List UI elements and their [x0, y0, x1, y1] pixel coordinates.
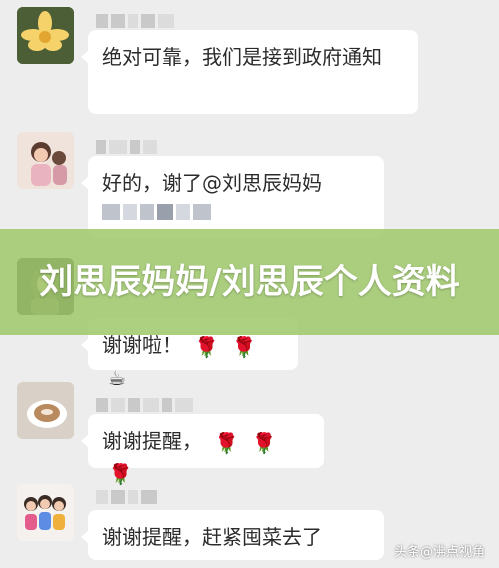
- watermark: 头条@沸点视角: [393, 545, 485, 560]
- nickname-mosaic: [96, 14, 174, 28]
- rose-emoji-icon: 🌹: [108, 462, 133, 486]
- flower-icon: [17, 7, 74, 64]
- message-text: 谢谢提醒，: [102, 429, 202, 453]
- message-bubble[interactable]: 好的，谢了@刘思辰妈妈: [81, 156, 384, 238]
- nickname-mosaic: [96, 140, 157, 154]
- rose-emoji-icon: 🌹: [214, 430, 240, 455]
- rose-emoji-icon: 🌹: [231, 334, 257, 359]
- message-bubble[interactable]: 绝对可靠，我们是接到政府通知: [81, 30, 418, 114]
- family-photo-icon: [17, 484, 74, 541]
- person-photo-icon: [17, 132, 74, 189]
- nickname-mosaic: [96, 490, 157, 504]
- title-banner: 刘思辰妈妈/刘思辰个人资料: [0, 229, 499, 335]
- avatar-family[interactable]: [17, 484, 74, 541]
- coffee-cup-icon: [17, 382, 74, 439]
- avatar-coffee[interactable]: [17, 382, 74, 439]
- message-bubble[interactable]: 谢谢提醒，赶紧囤菜去了: [81, 510, 384, 560]
- banner-title: 刘思辰妈妈/刘思辰个人资料: [39, 262, 460, 302]
- rose-emoji-icon: 🌹: [251, 430, 277, 455]
- message-bubble[interactable]: 谢谢提醒， 🌹 🌹 🌹: [81, 414, 324, 486]
- message-text: 绝对可靠，我们是接到政府通知: [102, 45, 382, 69]
- rose-emoji-icon: 🌹: [194, 334, 220, 359]
- avatar-flower[interactable]: [17, 7, 74, 64]
- nickname-mosaic: [96, 398, 193, 412]
- message-text: 好的，谢了@刘思辰妈妈: [102, 171, 322, 195]
- coffee-emoji-icon: ☕: [108, 366, 126, 390]
- message-text: 谢谢啦！: [102, 333, 182, 357]
- avatar-girl[interactable]: [17, 132, 74, 189]
- redacted-mosaic: [102, 204, 370, 220]
- message-text: 谢谢提醒，赶紧囤菜去了: [102, 525, 322, 549]
